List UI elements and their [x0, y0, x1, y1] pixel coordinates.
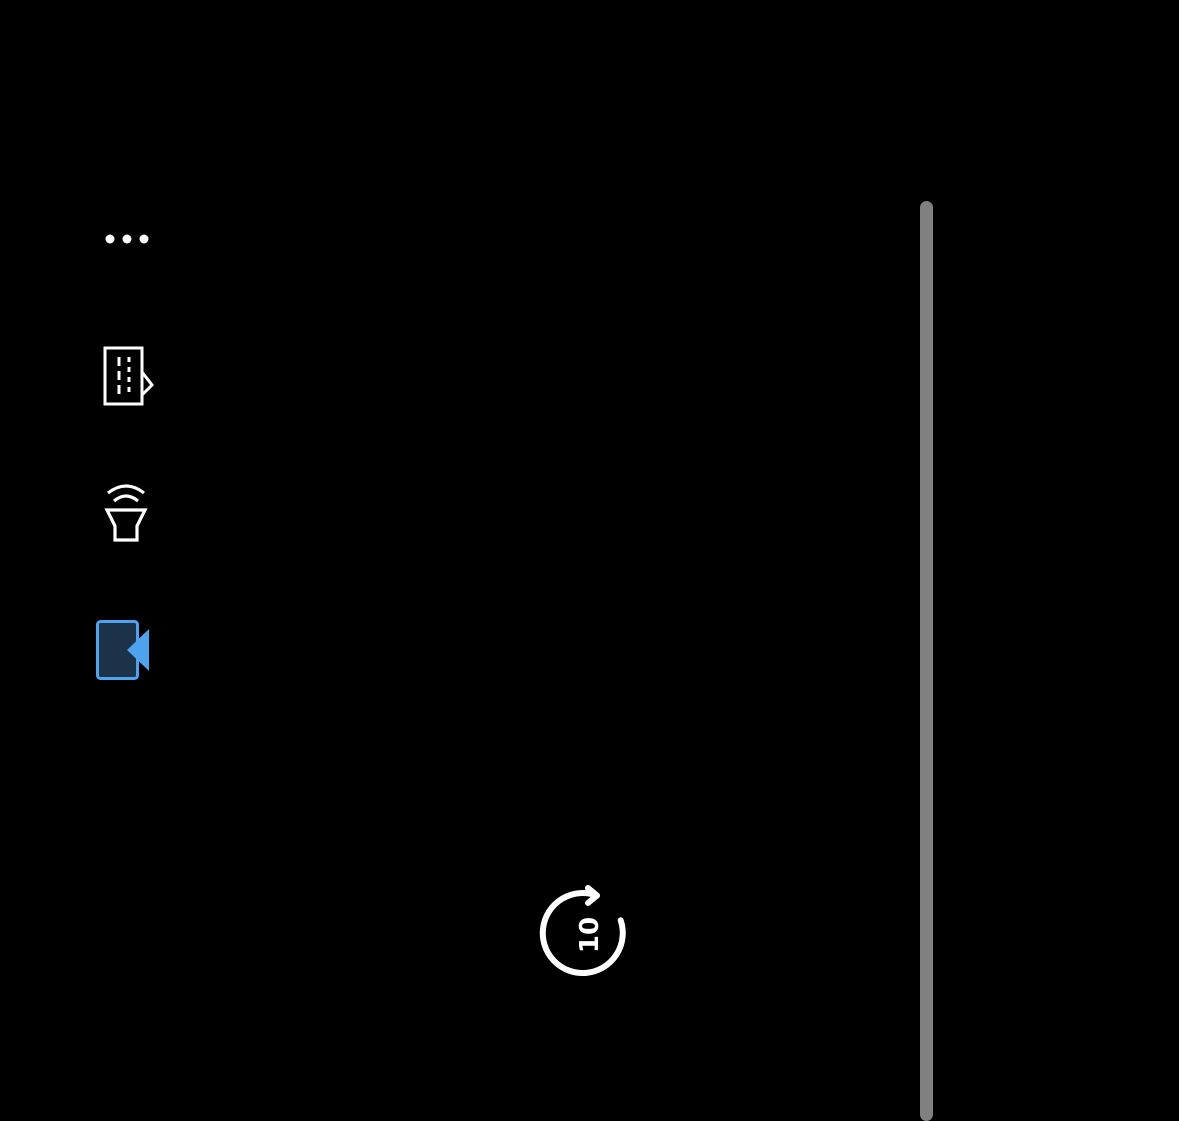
- episodes-button[interactable]: [96, 340, 160, 412]
- episodes-list-icon: [103, 346, 154, 406]
- pip-collapse-icon: [96, 620, 149, 680]
- more-horizontal-icon: [105, 234, 149, 244]
- picture-in-picture-button[interactable]: [90, 614, 160, 686]
- playback-scrubber-track[interactable]: [920, 201, 933, 1121]
- cast-button[interactable]: [96, 480, 160, 548]
- cast-broadcast-icon: [104, 484, 148, 542]
- skip-forward-button[interactable]: 10: [538, 878, 642, 986]
- skip-seconds-label: 10: [575, 916, 605, 954]
- more-options-button[interactable]: [96, 218, 160, 262]
